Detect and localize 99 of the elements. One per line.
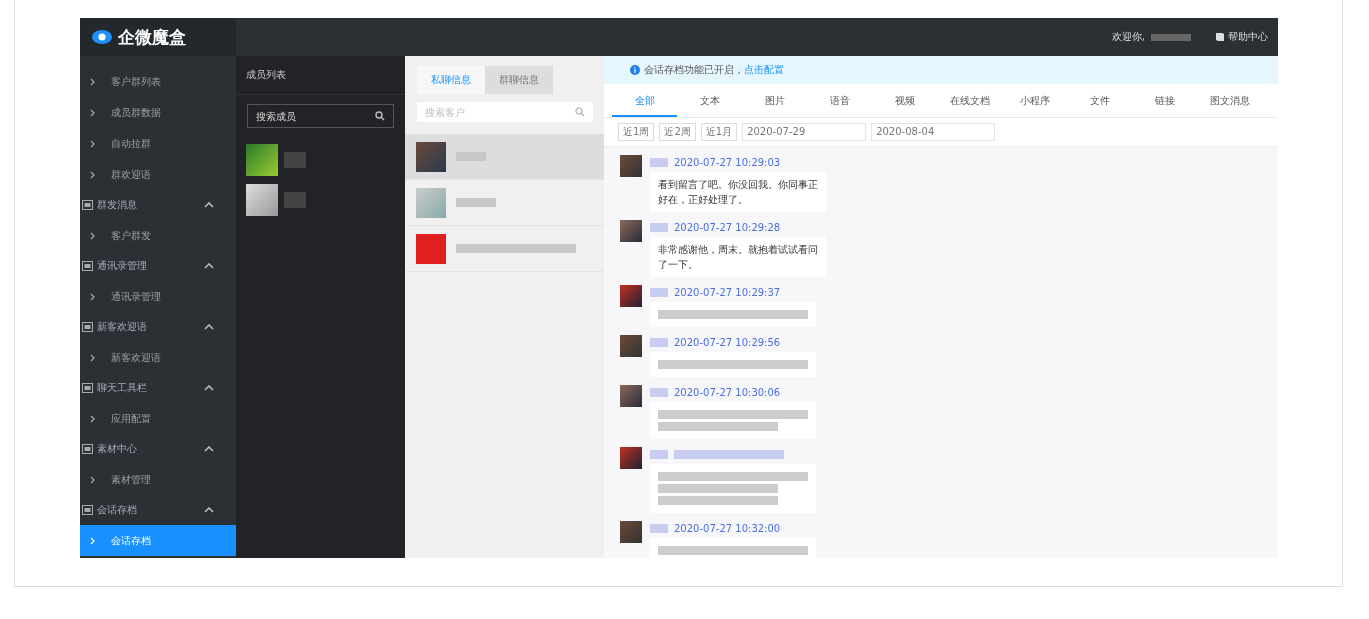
tab[interactable]: 在线文档 bbox=[937, 84, 1002, 117]
message-time: 2020-07-27 10:29:28 bbox=[674, 221, 781, 233]
sidebar-group[interactable]: 新客欢迎语 bbox=[80, 312, 236, 342]
chevron-icon bbox=[90, 414, 95, 423]
sidebar-item[interactable]: 客户群发 bbox=[80, 220, 236, 251]
sidebar-item[interactable]: 通讯录管理 bbox=[80, 281, 236, 312]
redacted-name bbox=[284, 152, 306, 168]
search-icon bbox=[575, 107, 585, 117]
tab[interactable]: 小程序 bbox=[1002, 84, 1067, 117]
redacted-name bbox=[650, 222, 668, 232]
redacted-name bbox=[1151, 33, 1191, 41]
sidebar-item[interactable]: 客户群列表 bbox=[80, 66, 236, 97]
sidebar-group[interactable]: 群发消息 bbox=[80, 190, 236, 220]
chevron-icon bbox=[90, 139, 95, 148]
search-input[interactable]: 搜索成员 bbox=[256, 105, 375, 127]
redacted-name bbox=[650, 157, 668, 167]
tab[interactable]: 文件 bbox=[1067, 84, 1132, 117]
message-time: 2020-07-27 10:29:37 bbox=[674, 286, 781, 298]
sidebar-item[interactable]: 新客欢迎语 bbox=[80, 342, 236, 373]
caret-icon bbox=[204, 263, 214, 269]
book-icon bbox=[1215, 32, 1225, 42]
search-icon bbox=[375, 111, 385, 121]
redacted-name bbox=[284, 192, 306, 208]
tab[interactable]: 私聊信息 bbox=[417, 66, 485, 94]
info-icon bbox=[630, 65, 640, 75]
range-button[interactable]: 近2周 bbox=[659, 123, 696, 141]
logo-text: 企微魔盒 bbox=[118, 25, 186, 49]
menu-icon bbox=[82, 261, 93, 271]
chevron-icon bbox=[90, 231, 95, 240]
redacted-name bbox=[650, 337, 668, 347]
chevron-icon bbox=[90, 170, 95, 179]
menu-icon bbox=[82, 505, 93, 515]
sidebar-group[interactable]: 通讯录管理 bbox=[80, 251, 236, 281]
configure-link[interactable]: 点击配置 bbox=[744, 64, 784, 75]
customer-item[interactable] bbox=[405, 134, 604, 180]
message-text: 看到留言了吧。你没回我。你同事正好在，正好处理了。 bbox=[650, 172, 826, 212]
message-time: 2020-07-27 10:30:06 bbox=[674, 386, 781, 398]
message-text: 非常感谢他，周末。就抱着试试看问了一下。 bbox=[650, 237, 826, 277]
sidebar-item[interactable]: 成员群数据 bbox=[80, 97, 236, 128]
avatar-placeholder[interactable] bbox=[246, 144, 278, 176]
chevron-icon bbox=[90, 292, 95, 301]
sidebar-group[interactable]: 会话存档 bbox=[80, 495, 236, 525]
avatar-placeholder bbox=[416, 233, 446, 264]
chevron-icon bbox=[90, 77, 95, 86]
caret-icon bbox=[204, 324, 214, 330]
chevron-icon bbox=[90, 353, 95, 362]
tab[interactable]: 视频 bbox=[872, 84, 937, 117]
help-link[interactable]: 帮助中心 bbox=[1215, 30, 1268, 44]
avatar-placeholder bbox=[416, 187, 446, 218]
tab[interactable]: 链接 bbox=[1132, 84, 1197, 117]
redacted-name bbox=[650, 523, 668, 533]
redacted-name bbox=[456, 198, 496, 207]
sidebar-item[interactable]: 应用配置 bbox=[80, 403, 236, 434]
sidebar-group[interactable]: 聊天工具栏 bbox=[80, 373, 236, 403]
avatar-placeholder bbox=[620, 285, 642, 307]
caret-icon bbox=[204, 385, 214, 391]
tab[interactable]: 文本 bbox=[677, 84, 742, 117]
message-time: 2020-07-27 10:29:56 bbox=[674, 336, 781, 348]
range-button[interactable]: 近1周 bbox=[618, 123, 655, 141]
message-time: 2020-07-27 10:32:00 bbox=[674, 522, 781, 534]
redacted-name bbox=[650, 449, 668, 459]
avatar-placeholder[interactable] bbox=[246, 184, 278, 216]
tab[interactable]: 全部 bbox=[612, 84, 677, 117]
avatar-placeholder bbox=[620, 447, 642, 469]
date-field[interactable]: 2020-08-04 bbox=[871, 123, 996, 141]
tab[interactable]: 图文消息 bbox=[1197, 84, 1262, 117]
avatar-placeholder bbox=[620, 155, 642, 177]
range-button[interactable]: 近1月 bbox=[700, 123, 738, 141]
tab[interactable]: 群聊信息 bbox=[485, 66, 553, 94]
message-time: 2020-07-27 10:29:03 bbox=[674, 156, 781, 168]
logo-icon bbox=[92, 30, 112, 44]
sidebar-item[interactable]: 会话存档 bbox=[80, 525, 236, 556]
welcome-text: 欢迎你, bbox=[1111, 30, 1145, 44]
menu-icon bbox=[82, 200, 93, 210]
date-field[interactable]: 2020-07-29 bbox=[742, 123, 867, 141]
avatar-placeholder bbox=[620, 521, 642, 543]
avatar-placeholder bbox=[620, 385, 642, 407]
avatar-placeholder bbox=[620, 220, 642, 242]
sidebar-item[interactable]: 群欢迎语 bbox=[80, 159, 236, 190]
caret-icon bbox=[204, 507, 214, 513]
chevron-icon bbox=[90, 108, 95, 117]
tab[interactable]: 语音 bbox=[807, 84, 872, 117]
tab[interactable]: 图片 bbox=[742, 84, 807, 117]
sidebar-group[interactable]: 素材中心 bbox=[80, 434, 236, 464]
search-field[interactable]: 搜索成员 bbox=[247, 104, 394, 128]
menu-icon bbox=[82, 444, 93, 454]
chevron-icon bbox=[90, 475, 95, 484]
chevron-icon bbox=[90, 536, 95, 545]
avatar-placeholder bbox=[416, 141, 446, 172]
notice-text: 会话存档功能已开启，点击配置 bbox=[644, 63, 784, 77]
sidebar-item[interactable]: 素材管理 bbox=[80, 464, 236, 495]
avatar-placeholder bbox=[620, 335, 642, 357]
sidebar-item[interactable]: 自动拉群 bbox=[80, 128, 236, 159]
menu-icon bbox=[82, 383, 93, 393]
menu-icon bbox=[82, 322, 93, 332]
redacted-name bbox=[650, 287, 668, 297]
redacted-name bbox=[650, 387, 668, 397]
caret-icon bbox=[204, 446, 214, 452]
caret-icon bbox=[204, 202, 214, 208]
